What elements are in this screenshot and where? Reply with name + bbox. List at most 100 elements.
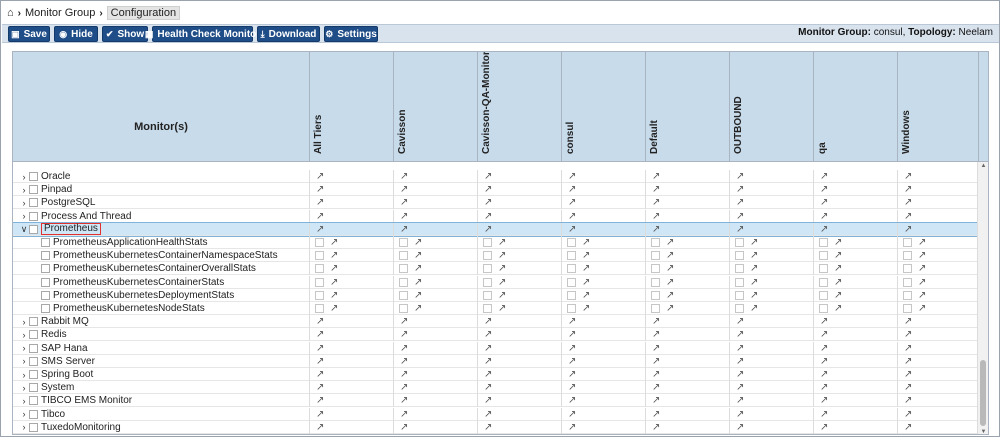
external-link-icon[interactable]: ↗ [400, 211, 408, 222]
vertical-scrollbar[interactable]: ▲ ▼ [977, 162, 988, 434]
external-link-icon[interactable]: ↗ [568, 409, 576, 420]
child-row[interactable]: PrometheusApplicationHealthStats ↗ ↗ ↗ ↗ ↗ ↗ ↗ ↗ [13, 236, 979, 249]
chevron-right-icon[interactable]: › [19, 370, 29, 380]
external-link-icon[interactable]: ↗ [400, 395, 408, 406]
external-link-icon[interactable]: ↗ [568, 369, 576, 380]
external-link-icon[interactable]: ↗ [316, 184, 324, 195]
external-link-icon[interactable]: ↗ [652, 369, 660, 380]
tier-checkbox[interactable] [735, 251, 744, 261]
external-link-icon[interactable]: ↗ [736, 382, 744, 393]
chevron-right-icon[interactable]: › [19, 356, 29, 366]
external-link-icon[interactable]: ↗ [736, 422, 744, 433]
external-link-icon[interactable]: ↗ [582, 263, 590, 274]
child-row[interactable]: PrometheusKubernetesContainerNamespaceSt… [13, 249, 979, 263]
external-link-icon[interactable]: ↗ [582, 237, 590, 248]
tier-checkbox[interactable] [651, 290, 660, 300]
save-button[interactable]: ▣ Save [8, 26, 50, 42]
external-link-icon[interactable]: ↗ [568, 343, 576, 354]
chevron-right-icon[interactable]: › [19, 317, 29, 327]
external-link-icon[interactable]: ↗ [904, 171, 912, 182]
external-link-icon[interactable]: ↗ [736, 224, 744, 235]
row-checkbox[interactable] [29, 330, 38, 340]
external-link-icon[interactable]: ↗ [834, 263, 842, 274]
breadcrumb-monitor-group[interactable]: Monitor Group [25, 7, 95, 19]
row-checkbox[interactable] [29, 317, 38, 327]
external-link-icon[interactable]: ↗ [820, 197, 828, 208]
external-link-icon[interactable]: ↗ [568, 329, 576, 340]
external-link-icon[interactable]: ↗ [400, 171, 408, 182]
external-link-icon[interactable]: ↗ [666, 263, 674, 274]
external-link-icon[interactable]: ↗ [666, 290, 674, 301]
external-link-icon[interactable]: ↗ [400, 382, 408, 393]
external-link-icon[interactable]: ↗ [904, 356, 912, 367]
external-link-icon[interactable]: ↗ [582, 290, 590, 301]
external-link-icon[interactable]: ↗ [736, 316, 744, 327]
external-link-icon[interactable]: ↗ [736, 343, 744, 354]
tier-checkbox[interactable] [735, 277, 744, 287]
row-checkbox[interactable] [29, 409, 38, 419]
external-link-icon[interactable]: ↗ [750, 290, 758, 301]
external-link-icon[interactable]: ↗ [820, 316, 828, 327]
external-link-icon[interactable]: ↗ [568, 171, 576, 182]
external-link-icon[interactable]: ↗ [582, 250, 590, 261]
tier-checkbox[interactable] [315, 238, 324, 247]
tier-checkbox[interactable] [483, 304, 492, 313]
tier-checkbox[interactable] [483, 277, 492, 287]
tier-checkbox[interactable] [315, 264, 324, 274]
external-link-icon[interactable]: ↗ [904, 211, 912, 222]
external-link-icon[interactable]: ↗ [904, 382, 912, 393]
external-link-icon[interactable]: ↗ [498, 237, 506, 248]
row-checkbox[interactable] [29, 343, 38, 353]
external-link-icon[interactable]: ↗ [484, 369, 492, 380]
scroll-up-icon[interactable]: ▲ [978, 162, 988, 170]
row-checkbox[interactable] [29, 383, 38, 393]
table-row[interactable]: › Redis ↗ ↗ ↗ ↗ ↗ ↗ ↗ ↗ [13, 328, 979, 342]
external-link-icon[interactable]: ↗ [484, 409, 492, 420]
external-link-icon[interactable]: ↗ [414, 277, 422, 288]
external-link-icon[interactable]: ↗ [904, 343, 912, 354]
external-link-icon[interactable]: ↗ [666, 250, 674, 261]
chevron-right-icon[interactable]: › [19, 198, 29, 208]
external-link-icon[interactable]: ↗ [414, 263, 422, 274]
tier-checkbox[interactable] [399, 264, 408, 274]
external-link-icon[interactable]: ↗ [400, 197, 408, 208]
tier-checkbox[interactable] [735, 304, 744, 313]
tier-checkbox[interactable] [735, 264, 744, 274]
external-link-icon[interactable]: ↗ [316, 422, 324, 433]
external-link-icon[interactable]: ↗ [904, 197, 912, 208]
external-link-icon[interactable]: ↗ [652, 343, 660, 354]
chevron-right-icon[interactable]: › [19, 396, 29, 406]
row-checkbox[interactable] [41, 238, 50, 247]
external-link-icon[interactable]: ↗ [652, 329, 660, 340]
external-link-icon[interactable]: ↗ [316, 224, 324, 235]
external-link-icon[interactable]: ↗ [834, 237, 842, 248]
tier-checkbox[interactable] [567, 277, 576, 287]
external-link-icon[interactable]: ↗ [736, 356, 744, 367]
external-link-icon[interactable]: ↗ [316, 356, 324, 367]
external-link-icon[interactable]: ↗ [400, 356, 408, 367]
external-link-icon[interactable]: ↗ [568, 382, 576, 393]
row-checkbox[interactable] [41, 277, 50, 287]
row-checkbox[interactable] [29, 172, 38, 181]
external-link-icon[interactable]: ↗ [834, 277, 842, 288]
external-link-icon[interactable]: ↗ [750, 263, 758, 274]
external-link-icon[interactable]: ↗ [750, 303, 758, 314]
external-link-icon[interactable]: ↗ [652, 409, 660, 420]
child-row[interactable]: PrometheusKubernetesDeploymentStats ↗ ↗ ↗ ↗ ↗… [13, 288, 979, 302]
external-link-icon[interactable]: ↗ [568, 422, 576, 433]
external-link-icon[interactable]: ↗ [400, 329, 408, 340]
tier-checkbox[interactable] [819, 290, 828, 300]
row-checkbox[interactable] [29, 396, 38, 406]
external-link-icon[interactable]: ↗ [484, 395, 492, 406]
external-link-icon[interactable]: ↗ [498, 250, 506, 261]
table-row[interactable]: › Oracle ↗ ↗ ↗ ↗ ↗ ↗ ↗ ↗ [13, 170, 979, 183]
external-link-icon[interactable]: ↗ [400, 316, 408, 327]
external-link-icon[interactable]: ↗ [652, 382, 660, 393]
external-link-icon[interactable]: ↗ [652, 211, 660, 222]
tier-checkbox[interactable] [567, 238, 576, 247]
external-link-icon[interactable]: ↗ [484, 382, 492, 393]
download-button[interactable]: ⤓ Download [257, 26, 320, 42]
external-link-icon[interactable]: ↗ [918, 263, 926, 274]
row-checkbox[interactable] [29, 370, 38, 379]
external-link-icon[interactable]: ↗ [498, 290, 506, 301]
